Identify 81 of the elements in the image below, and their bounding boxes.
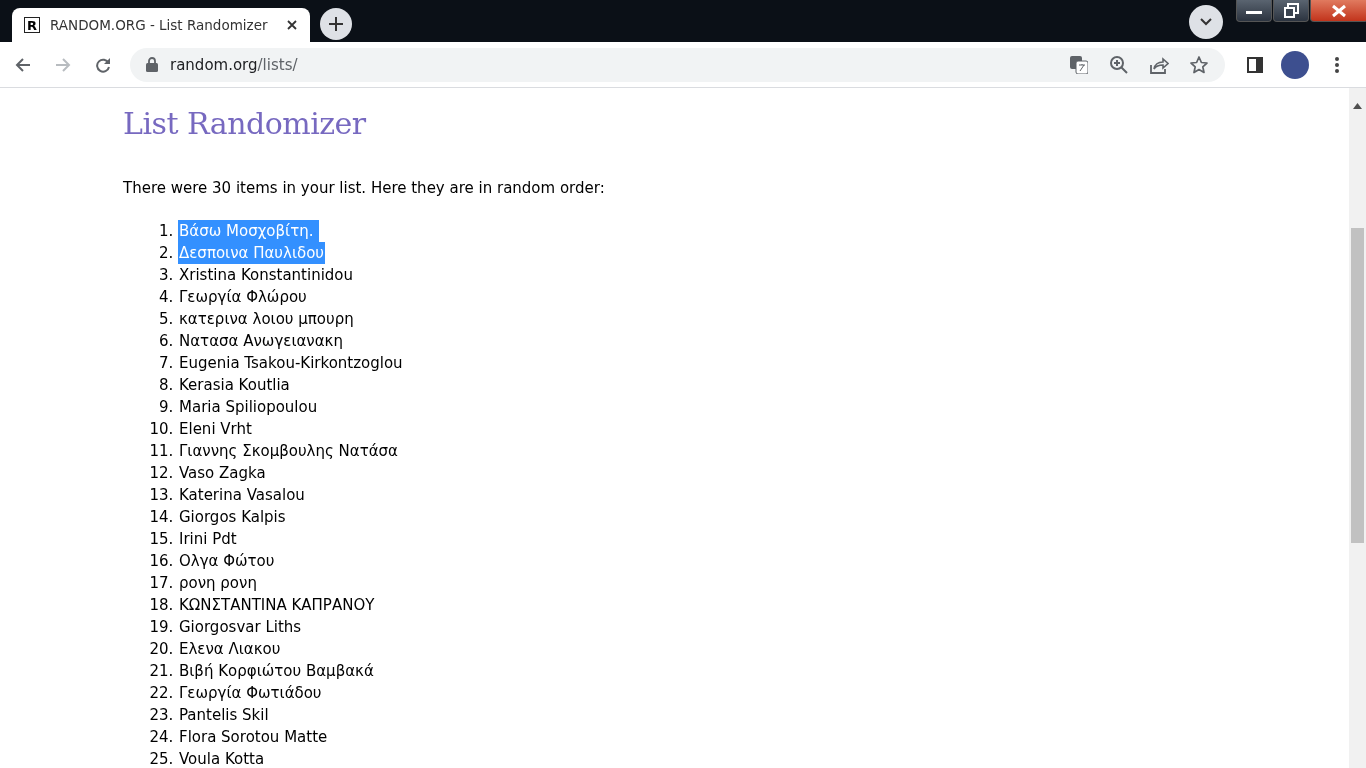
page-heading: List Randomizer — [123, 106, 367, 141]
arrow-left-icon — [15, 56, 31, 73]
list-number: 6. — [157, 332, 175, 350]
restore-icon — [1283, 3, 1299, 18]
share-icon — [1149, 55, 1169, 74]
zoom-in-icon — [1110, 55, 1128, 74]
list-number: 5. — [157, 310, 175, 328]
list-item: Irini Pdt — [178, 530, 238, 548]
list-number: 21. — [148, 662, 175, 680]
reload-icon — [95, 56, 111, 73]
list-number: 22. — [148, 684, 175, 702]
list-item: Voula Kotta — [178, 750, 266, 768]
list-item: Eugenia Tsakou-Kirkontzoglou — [178, 354, 404, 372]
list-number: 10. — [148, 420, 175, 438]
list-number: 7. — [157, 354, 175, 372]
translate-icon — [1070, 55, 1088, 74]
list-item: Ελενα Λιακου — [178, 640, 282, 658]
list-number: 23. — [148, 706, 175, 724]
list-number: 20. — [148, 640, 175, 658]
list-item: Flora Sorotou Matte — [178, 728, 329, 746]
tab-search-button[interactable] — [1189, 5, 1223, 39]
close-window-button[interactable] — [1310, 0, 1366, 22]
list-item: κατερινα λοιου μπουρη — [178, 310, 355, 328]
lock-icon — [146, 57, 158, 72]
list-item: Γεωργία Φλώρου — [178, 288, 308, 306]
tab-title: RANDOM.ORG - List Randomizer — [50, 17, 269, 33]
list-item: Giorgosvar Liths — [178, 618, 303, 636]
list-number: 3. — [157, 266, 175, 284]
list-item: Eleni Vrht — [178, 420, 253, 438]
list-item: Ολγα Φώτου — [178, 552, 276, 570]
close-icon — [286, 19, 298, 31]
list-number: 11. — [148, 442, 175, 460]
restore-button[interactable] — [1273, 0, 1309, 22]
chevron-down-icon — [1200, 18, 1212, 26]
list-item: Kerasia Koutlia — [178, 376, 291, 394]
new-tab-button[interactable] — [320, 8, 352, 40]
list-number: 8. — [157, 376, 175, 394]
more-vertical-icon — [1335, 56, 1339, 73]
close-icon — [1331, 3, 1347, 18]
list-number: 17. — [148, 574, 175, 592]
triangle-up-icon — [1353, 103, 1362, 109]
list-item: Γιαννης Σκομβουλης Νατάσα — [178, 442, 399, 460]
list-number: 14. — [148, 508, 175, 526]
list-number: 1. — [157, 222, 175, 240]
list-item: Pantelis Skil — [178, 706, 270, 724]
intro-text: There were 30 items in your list. Here they are in random order: — [123, 179, 606, 197]
list-number: 13. — [148, 486, 175, 504]
list-number: 19. — [148, 618, 175, 636]
list-item: Νατασα Ανωγειανακη — [178, 332, 344, 350]
list-item: Xristina Konstantinidou — [178, 266, 355, 284]
plus-icon — [329, 17, 343, 31]
list-number: 18. — [148, 596, 175, 614]
list-number: 12. — [148, 464, 175, 482]
list-item: Γεωργία Φωτιάδου — [178, 684, 323, 702]
star-icon — [1190, 55, 1208, 74]
list-number: 2. — [157, 244, 175, 262]
favicon: R — [24, 17, 40, 33]
list-item: Giorgos Kalpis — [178, 508, 287, 526]
browser-tab[interactable]: R RANDOM.ORG - List Randomizer — [12, 8, 310, 42]
list-number: 4. — [157, 288, 175, 306]
list-item: Βάσω Μοσχοβίτη. — [178, 220, 320, 242]
list-item: Maria Spiliopoulou — [178, 398, 319, 416]
scrollbar[interactable] — [1349, 88, 1366, 768]
list-item: ΚΩΝΣΤΑΝΤΙΝΑ ΚΑΠΡΑΝΟΥ — [178, 596, 376, 614]
address-bar[interactable]: random.org/lists/ — [130, 47, 1225, 82]
list-item: ρονη ρονη — [178, 574, 258, 592]
list-item: Vaso Zagka — [178, 464, 267, 482]
list-number: 24. — [148, 728, 175, 746]
list-number: 9. — [157, 398, 175, 416]
list-item: Δεσποινα Παυλιδου — [178, 242, 326, 264]
url-text: random.org/lists/ — [170, 55, 299, 74]
profile-avatar[interactable] — [1281, 50, 1309, 79]
list-number: 16. — [148, 552, 175, 570]
list-number: 25. — [148, 750, 175, 768]
list-item: Βιβή Κορφιώτου Βαμβακά — [178, 662, 375, 680]
scrollbar-thumb[interactable] — [1351, 228, 1364, 543]
arrow-right-icon — [55, 56, 71, 73]
side-panel-icon — [1247, 56, 1263, 73]
list-number: 15. — [148, 530, 175, 548]
minimize-button[interactable] — [1236, 0, 1272, 22]
list-item: Katerina Vasalou — [178, 486, 306, 504]
